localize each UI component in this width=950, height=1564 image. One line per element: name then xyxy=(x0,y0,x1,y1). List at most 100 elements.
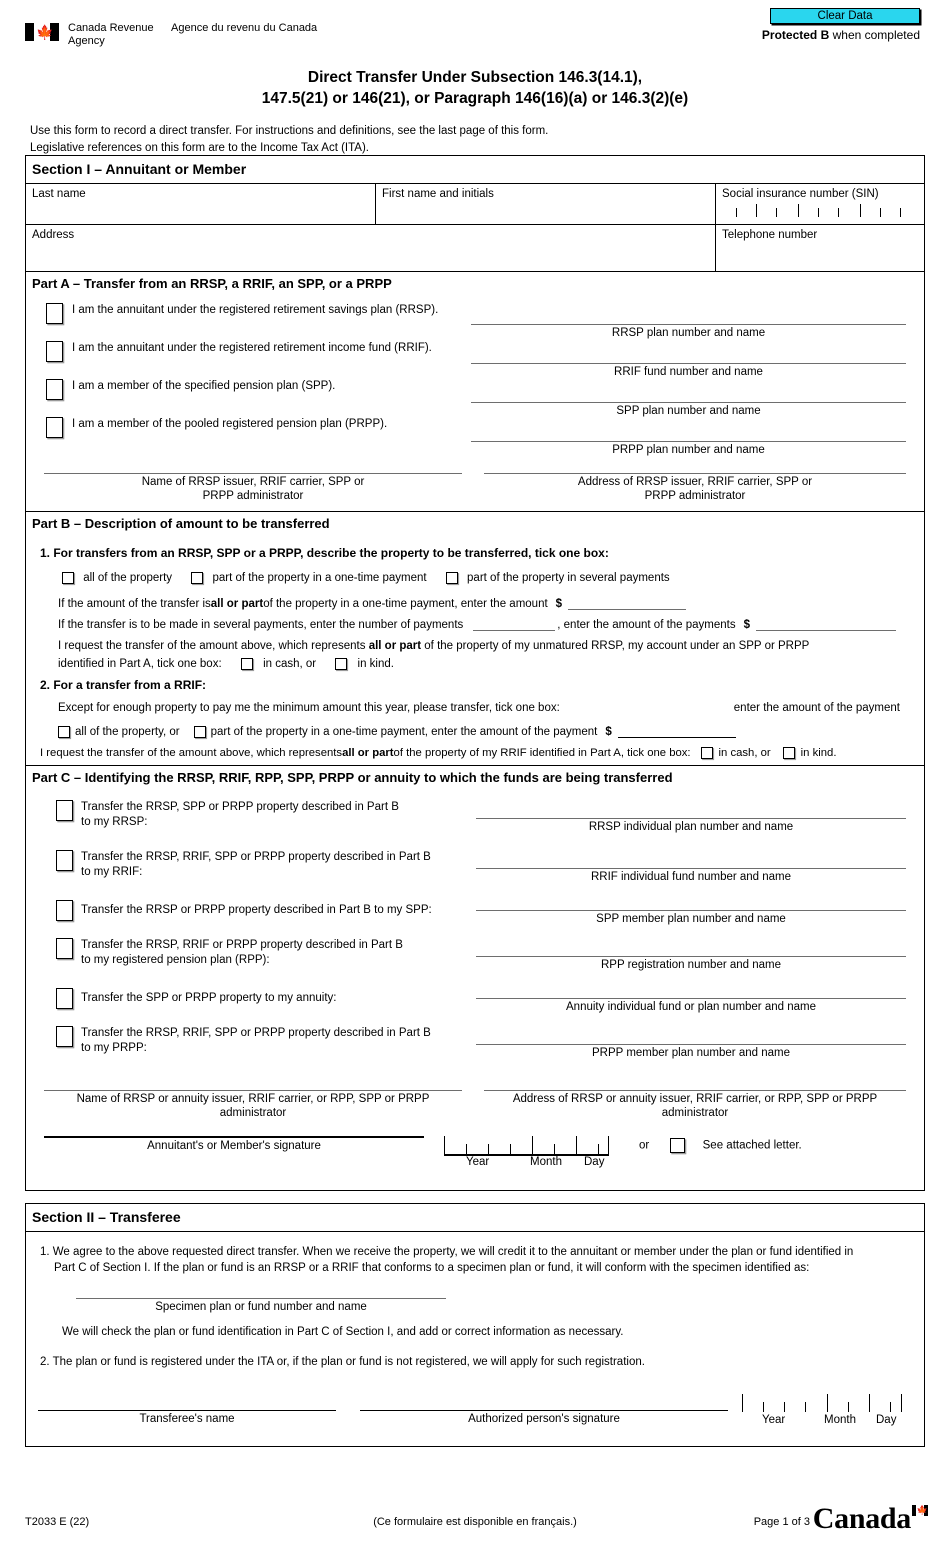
checkbox-transfer-to-rrsp[interactable] xyxy=(56,800,73,822)
part-c-date-block[interactable]: Year Month Day xyxy=(444,1136,609,1172)
checkbox-rrif-in-kind[interactable] xyxy=(782,747,795,760)
part-a-issuer-name: Name of RRSP issuer, RRIF carrier, SPP o… xyxy=(44,473,484,503)
part-c-prpp-label: Transfer the RRSP, RRIF, SPP or PRPP pro… xyxy=(81,1026,431,1055)
part-c-issuer-address-caption-l1: Address of RRSP or annuity issuer, RRIF … xyxy=(512,1093,878,1106)
part-b-line3-a: I request the transfer of the amount abo… xyxy=(58,640,369,653)
part-b-line3: I request the transfer of the amount abo… xyxy=(40,640,910,652)
section-2-paragraph-1: 1. We agree to the above requested direc… xyxy=(40,1244,910,1276)
part-a-issuer-address-caption-l1: Address of RRSP issuer, RRIF carrier, SP… xyxy=(577,476,813,488)
part-c-or-label: or xyxy=(639,1139,650,1152)
first-name-field[interactable]: First name and initials xyxy=(376,184,716,224)
section-2-date-block[interactable]: Year Month Day xyxy=(742,1392,902,1430)
sin-tick-marks xyxy=(722,202,918,217)
last-name-field[interactable]: Last name xyxy=(26,184,376,224)
part-c-annuity-label: Transfer the SPP or PRPP property to my … xyxy=(81,992,337,1005)
part-b-line3-b: all or part xyxy=(368,640,422,653)
checkbox-rrif-annuitant[interactable] xyxy=(46,341,63,362)
part-c-rrsp-label: Transfer the RRSP, SPP or PRPP property … xyxy=(81,800,399,829)
part-b-q1-opt3-label: part of the property in several payments xyxy=(467,572,670,585)
part-a-option-rrsp-label: I am the annuitant under the registered … xyxy=(72,304,439,316)
sin-field[interactable]: Social insurance number (SIN) xyxy=(716,184,924,224)
first-name-label: First name and initials xyxy=(382,188,494,200)
checkbox-rrif-part-one-time[interactable] xyxy=(193,726,206,739)
part-b-payment-amount-input[interactable] xyxy=(756,630,897,632)
part-c-body: Transfer the RRSP, SPP or PRPP property … xyxy=(26,790,924,1190)
part-b-dollar-3: $ xyxy=(605,726,612,739)
part-c-prpp-label-block: Transfer the RRSP, RRIF, SPP or PRPP pro… xyxy=(26,1026,476,1055)
clear-data-button[interactable]: Clear Data xyxy=(770,8,920,24)
address-label: Address xyxy=(32,229,75,241)
part-a-rrsp-caption: RRSP plan number and name xyxy=(611,327,766,339)
part-c-issuer-name-caption: Name of RRSP or annuity issuer, RRIF car… xyxy=(44,1091,462,1120)
part-a-option-spp[interactable]: I am a member of the specified pension p… xyxy=(46,378,471,416)
part-a-issuer-name-caption-l2: PRPP administrator xyxy=(202,490,304,502)
checkbox-all-of-property[interactable] xyxy=(62,572,74,584)
part-c-prpp-caption: PRPP member plan number and name xyxy=(592,1047,790,1060)
address-row: Address Telephone number xyxy=(26,225,924,271)
checkbox-transfer-to-rrif[interactable] xyxy=(56,850,73,872)
checkbox-transfer-to-annuity[interactable] xyxy=(56,988,73,1010)
checkbox-part-several[interactable] xyxy=(445,572,458,584)
part-c-spp-label-block: Transfer the RRSP or PRPP property descr… xyxy=(26,900,476,922)
part-c-spp-label: Transfer the RRSP or PRPP property descr… xyxy=(81,904,432,917)
part-b-number-of-payments-input[interactable] xyxy=(473,630,556,632)
checkbox-see-attached-letter[interactable] xyxy=(670,1138,686,1154)
checkbox-rrsp-in-kind[interactable] xyxy=(335,658,348,671)
part-c-heading: Part C – Identifying the RRSP, RRIF, RPP… xyxy=(26,765,924,790)
part-c-option-spp[interactable]: Transfer the RRSP or PRPP property descr… xyxy=(26,900,906,938)
part-b-q2-last-row: I request the transfer of the amount abo… xyxy=(40,747,910,760)
section-2-date-labels: Year Month Day xyxy=(742,1414,902,1430)
checkbox-rrif-all-property[interactable] xyxy=(58,726,70,739)
part-c-annuity-caption: Annuity individual fund or plan number a… xyxy=(566,1001,816,1014)
transferee-name-caption: Transferee's name xyxy=(139,1413,235,1425)
part-a-issuer-name-caption: Name of RRSP issuer, RRIF carrier, SPP o… xyxy=(44,474,462,503)
section-2-body: 1. We agree to the above requested direc… xyxy=(26,1232,924,1368)
part-a-option-prpp[interactable]: I am a member of the pooled registered p… xyxy=(46,416,471,454)
page-title-line1: Direct Transfer Under Subsection 146.3(1… xyxy=(307,69,643,86)
part-c-option-prpp[interactable]: Transfer the RRSP, RRIF, SPP or PRPP pro… xyxy=(26,1026,906,1076)
part-a-heading: Part A – Transfer from an RRSP, a RRIF, … xyxy=(26,271,924,296)
part-c-option-rpp[interactable]: Transfer the RRSP, RRIF or PRPP property… xyxy=(26,938,906,988)
checkbox-transfer-to-spp[interactable] xyxy=(56,900,73,922)
part-c-attached-letter-block: or See attached letter. xyxy=(609,1136,906,1154)
part-c-issuer-address-caption-l2: administrator xyxy=(661,1107,729,1120)
page-footer: T2033 E (22) (Ce formulaire est disponib… xyxy=(0,1502,950,1542)
part-b-rrif-payment-amount-input[interactable] xyxy=(617,737,736,739)
checkbox-transfer-to-rpp[interactable] xyxy=(56,938,73,960)
part-b-body: 1. For transfers from an RRSP, SPP or a … xyxy=(26,536,924,765)
canada-wordmark-text: Canada xyxy=(812,1502,912,1535)
part-c-prpp-label-l1: Transfer the RRSP, RRIF, SPP or PRPP pro… xyxy=(81,1027,431,1040)
part-c-rrif-label: Transfer the RRSP, RRIF, SPP or PRPP pro… xyxy=(81,850,431,879)
address-field[interactable]: Address xyxy=(26,225,716,271)
part-a-option-rrsp[interactable]: I am the annuitant under the registered … xyxy=(46,302,471,340)
part-b-onetime-amount-row: If the amount of the transfer is all or … xyxy=(40,598,910,611)
part-c-option-annuity[interactable]: Transfer the SPP or PRPP property to my … xyxy=(26,988,906,1026)
checkbox-rrsp-in-cash[interactable] xyxy=(240,658,253,671)
checkbox-rrif-in-cash[interactable] xyxy=(700,747,713,760)
part-c-rrif-entry: RRIF individual fund number and name xyxy=(476,850,906,884)
name-row: Last name First name and initials Social… xyxy=(26,184,924,225)
part-b-dollar-2: $ xyxy=(743,619,751,632)
section-2-paragraph-2: 2. The plan or fund is registered under … xyxy=(40,1356,645,1368)
part-c-annuity-entry: Annuity individual fund or plan number a… xyxy=(476,988,906,1014)
part-b-q1-opt1-label: all of the property xyxy=(83,572,173,585)
checkbox-spp-member[interactable] xyxy=(46,379,63,400)
part-c-rpp-entry: RPP registration number and name xyxy=(476,938,906,972)
checkbox-rrsp-annuitant[interactable] xyxy=(46,303,63,324)
part-a-rrif-caption: RRIF fund number and name xyxy=(614,366,763,378)
part-b-onetime-amount-input[interactable] xyxy=(568,609,687,611)
section-2-date-year-label: Year xyxy=(762,1414,786,1426)
page-number: Page 1 of 3 xyxy=(753,1516,810,1528)
checkbox-prpp-member[interactable] xyxy=(46,417,63,438)
part-c-signature-caption: Annuitant's or Member's signature xyxy=(147,1140,321,1153)
part-c-option-rrsp[interactable]: Transfer the RRSP, SPP or PRPP property … xyxy=(26,800,906,850)
part-b-q2-line1: Except for enough property to pay me the… xyxy=(58,702,560,715)
part-c-option-rrif[interactable]: Transfer the RRSP, RRIF, SPP or PRPP pro… xyxy=(26,850,906,900)
sin-label: Social insurance number (SIN) xyxy=(722,188,879,200)
checkbox-part-one-time[interactable] xyxy=(191,572,204,584)
part-c-rrsp-label-l2: to my RRSP: xyxy=(81,815,148,828)
checkbox-transfer-to-prpp[interactable] xyxy=(56,1026,73,1048)
part-b-line2-a: If the transfer is to be made in several… xyxy=(58,619,464,632)
telephone-field[interactable]: Telephone number xyxy=(716,225,924,271)
part-a-option-rrif[interactable]: I am the annuitant under the registered … xyxy=(46,340,471,378)
